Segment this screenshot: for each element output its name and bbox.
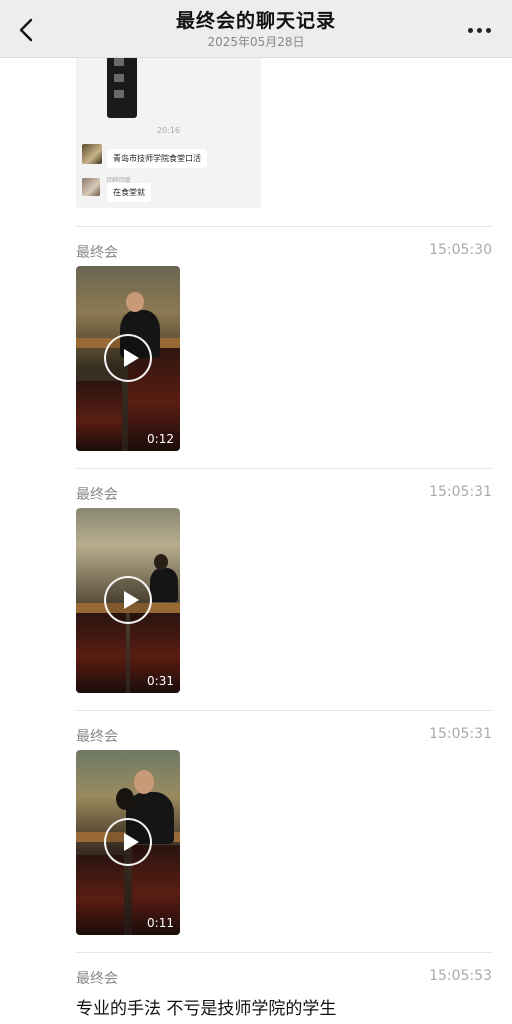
video-message[interactable]: 0:12 bbox=[76, 266, 180, 451]
forwarded-message: 青岛市技师学院食堂口活 bbox=[107, 149, 207, 168]
play-icon[interactable] bbox=[104, 334, 152, 382]
avatar bbox=[82, 144, 102, 164]
play-icon[interactable] bbox=[104, 818, 152, 866]
divider bbox=[76, 710, 492, 711]
video-duration: 0:11 bbox=[147, 916, 174, 930]
sender-name: 最终会 bbox=[76, 729, 118, 745]
video-message[interactable]: 0:11 bbox=[76, 750, 180, 935]
divider bbox=[76, 468, 492, 469]
page-subtitle-date: 2025年05月28日 bbox=[207, 35, 305, 49]
forwarded-time: 20:16 bbox=[156, 126, 181, 135]
message-time: 15:05:31 bbox=[429, 484, 492, 500]
message-time: 15:05:31 bbox=[429, 726, 492, 742]
sender-name: 最终会 bbox=[76, 245, 118, 261]
avatar bbox=[82, 178, 100, 196]
forwarded-message: 在食堂就 bbox=[107, 183, 151, 202]
message-time: 15:05:53 bbox=[429, 968, 492, 984]
top-bar: 最终会的聊天记录 2025年05月28日 bbox=[0, 0, 512, 58]
back-button[interactable] bbox=[12, 14, 40, 46]
message-time: 15:05:30 bbox=[429, 242, 492, 258]
video-message[interactable]: 0:31 bbox=[76, 508, 180, 693]
forwarded-chat-image[interactable]: 20:16 青岛市技师学院食堂口活 回眸回香 在食堂就 bbox=[76, 40, 261, 208]
more-dots-icon bbox=[468, 27, 473, 33]
video-duration: 0:12 bbox=[147, 432, 174, 446]
divider bbox=[76, 226, 492, 227]
text-message: 专业的手法 不亏是技师学院的学生 bbox=[76, 999, 337, 1019]
sender-name: 最终会 bbox=[76, 971, 118, 987]
chevron-left-icon bbox=[19, 18, 33, 42]
more-button[interactable] bbox=[468, 22, 494, 38]
play-icon[interactable] bbox=[104, 576, 152, 624]
sender-name: 最终会 bbox=[76, 487, 118, 503]
video-duration: 0:31 bbox=[147, 674, 174, 688]
divider bbox=[76, 952, 492, 953]
page-title: 最终会的聊天记录 bbox=[175, 10, 336, 32]
